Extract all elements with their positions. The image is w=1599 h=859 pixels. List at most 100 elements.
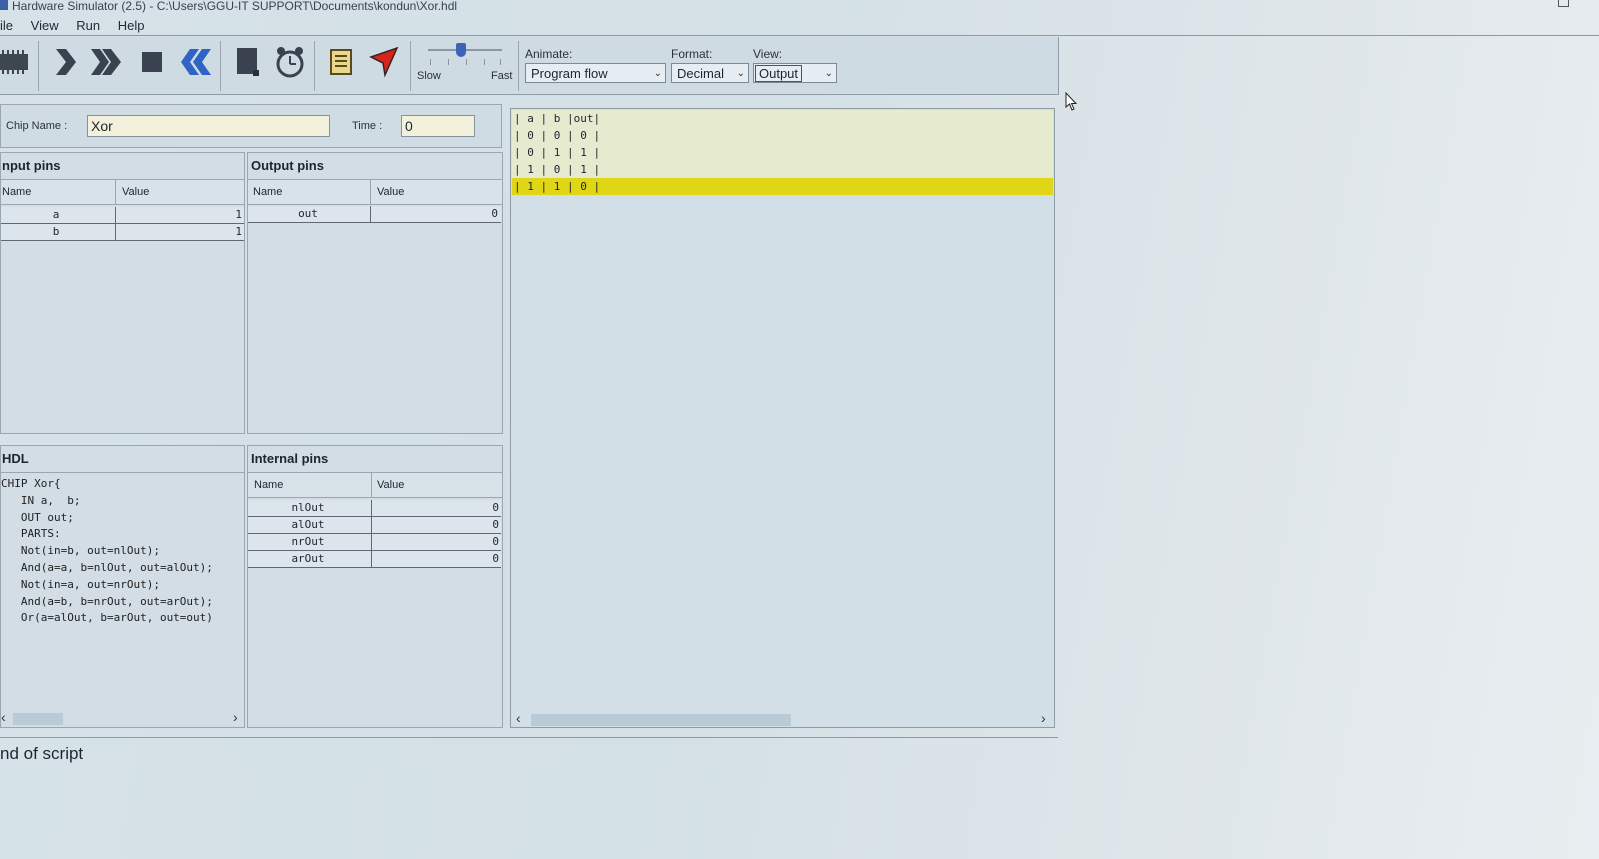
scroll-right-icon[interactable]: › — [1041, 710, 1046, 726]
pin-name: b — [52, 225, 60, 238]
pin-value: 0 — [371, 551, 499, 567]
speed-tick — [466, 59, 467, 65]
pin-value: 0 — [370, 206, 498, 222]
output-pin-row: out 0 — [248, 206, 501, 223]
output-table-row: | 0 | 0 | 0 | — [514, 129, 601, 142]
scrollbar-thumb[interactable] — [13, 713, 63, 725]
menu-divider — [0, 35, 1599, 36]
input-pins-panel: nput pins Name Value a 1 b 1 — [0, 152, 245, 434]
hdl-line: CHIP Xor{ — [1, 477, 61, 490]
reset-icon[interactable] — [178, 44, 214, 80]
pin-name: nrOut — [291, 535, 325, 548]
breakpoints-icon[interactable] — [366, 44, 402, 80]
internal-pin-row: nlOut 0 — [248, 500, 501, 517]
pin-name: out — [298, 207, 318, 220]
animate-select[interactable]: Program flow ⌄ — [525, 63, 666, 83]
clock-icon[interactable] — [272, 44, 308, 80]
toolbar-separator — [220, 41, 221, 91]
scroll-left-icon[interactable]: ‹ — [1, 709, 6, 725]
eval-icon[interactable] — [229, 44, 265, 80]
view-label: View: — [753, 47, 783, 61]
hdl-line: And(a=a, b=nlOut, out=alOut); — [1, 560, 213, 574]
hdl-line: OUT out; — [1, 510, 74, 524]
hdl-title: HDL — [1, 446, 244, 473]
hdl-line: IN a, b; — [1, 493, 81, 507]
output-table-row: | 0 | 1 | 1 | — [514, 146, 601, 159]
speed-tick — [448, 59, 449, 65]
internal-pins-title: Internal pins — [248, 446, 502, 473]
hdl-code: CHIP Xor{ IN a, b; OUT out; PARTS: Not(i… — [1, 476, 244, 706]
internal-pin-row: arOut 0 — [248, 551, 501, 568]
time-field: 0 — [401, 115, 475, 137]
output-pins-title: Output pins — [248, 153, 502, 180]
internal-pin-row: nrOut 0 — [248, 534, 501, 551]
pin-value[interactable]: 1 — [115, 207, 242, 223]
menu-view[interactable]: View — [31, 18, 59, 33]
scrollbar-thumb[interactable] — [531, 714, 791, 726]
col-name-header: Name — [2, 186, 32, 198]
menu-file[interactable]: ile — [0, 18, 13, 33]
menu-help[interactable]: Help — [118, 18, 145, 33]
scroll-right-icon[interactable]: › — [233, 709, 238, 725]
single-step-icon[interactable] — [46, 44, 82, 80]
pin-value: 0 — [371, 517, 499, 533]
status-message: nd of script — [0, 744, 84, 763]
pin-name: arOut — [291, 552, 325, 565]
internal-pin-row: alOut 0 — [248, 517, 501, 534]
hdl-line: Not(in=a, out=nrOut); — [1, 577, 160, 591]
input-pin-row[interactable]: b 1 — [1, 224, 244, 241]
script-icon[interactable] — [323, 44, 359, 80]
output-table-row: | 1 | 0 | 1 | — [514, 163, 601, 176]
col-value-header: Value — [371, 473, 404, 497]
hdl-horizontal-scrollbar[interactable]: ‹ › — [1, 709, 244, 725]
col-name-header: Name — [253, 186, 283, 198]
toolbar: Slow Fast Animate: Program flow ⌄ Format… — [0, 37, 1059, 95]
animate-value: Program flow — [531, 66, 608, 81]
internal-pins-header: Name Value — [248, 473, 502, 498]
toolbar-separator — [38, 41, 39, 91]
speed-slow-label: Slow — [417, 70, 441, 82]
chip-name-field[interactable]: Xor — [87, 115, 330, 137]
format-label: Format: — [671, 47, 713, 61]
input-pins-header: Name Value — [1, 180, 244, 205]
toolbar-separator — [314, 41, 315, 91]
output-pins-panel: Output pins Name Value out 0 — [247, 152, 503, 434]
output-table-row: | a | b |out| — [514, 112, 601, 125]
menu-run[interactable]: Run — [76, 18, 100, 33]
speed-slider-thumb[interactable] — [456, 43, 467, 57]
col-value-header: Value — [370, 180, 404, 204]
input-pin-row[interactable]: a 1 — [1, 207, 244, 224]
pin-value: 0 — [371, 534, 499, 550]
speed-tick — [500, 59, 501, 65]
col-name-header: Name — [254, 479, 284, 491]
time-label: Time : — [352, 120, 383, 132]
pin-name: alOut — [291, 518, 325, 531]
chip-name-label: Chip Name : — [6, 120, 68, 132]
stop-icon[interactable] — [134, 44, 170, 80]
speed-tick — [484, 59, 485, 65]
toolbar-separator — [410, 41, 411, 91]
restore-window-icon[interactable] — [1558, 0, 1569, 7]
pin-name: nlOut — [291, 501, 325, 514]
pin-value[interactable]: 1 — [115, 224, 242, 240]
format-select[interactable]: Decimal ⌄ — [671, 63, 749, 83]
output-table-row: | 1 | 1 | 0 | — [514, 180, 601, 193]
chevron-down-icon: ⌄ — [824, 68, 833, 79]
speed-tick — [430, 59, 431, 65]
output-horizontal-scrollbar[interactable]: ‹ › — [511, 710, 1054, 726]
speed-fast-label: Fast — [491, 70, 513, 82]
hdl-panel: HDL CHIP Xor{ IN a, b; OUT out; PARTS: N… — [0, 445, 245, 728]
load-chip-icon[interactable] — [0, 44, 32, 80]
output-pins-header: Name Value — [248, 180, 502, 205]
pin-name: a — [52, 208, 60, 221]
run-icon[interactable] — [88, 44, 124, 80]
chevron-down-icon: ⌄ — [736, 68, 745, 79]
pin-value: 0 — [371, 500, 499, 516]
hdl-line: PARTS: — [1, 527, 61, 541]
hdl-line: Not(in=b, out=nlOut); — [1, 544, 160, 558]
scroll-left-icon[interactable]: ‹ — [516, 710, 521, 726]
animate-label: Animate: — [525, 47, 573, 61]
window-title-bar: Hardware Simulator (2.5) - C:\Users\GGU-… — [0, 0, 1599, 14]
view-select[interactable]: Output ⌄ — [753, 63, 837, 83]
internal-pins-panel: Internal pins Name Value nlOut 0 alOut 0… — [247, 445, 503, 728]
